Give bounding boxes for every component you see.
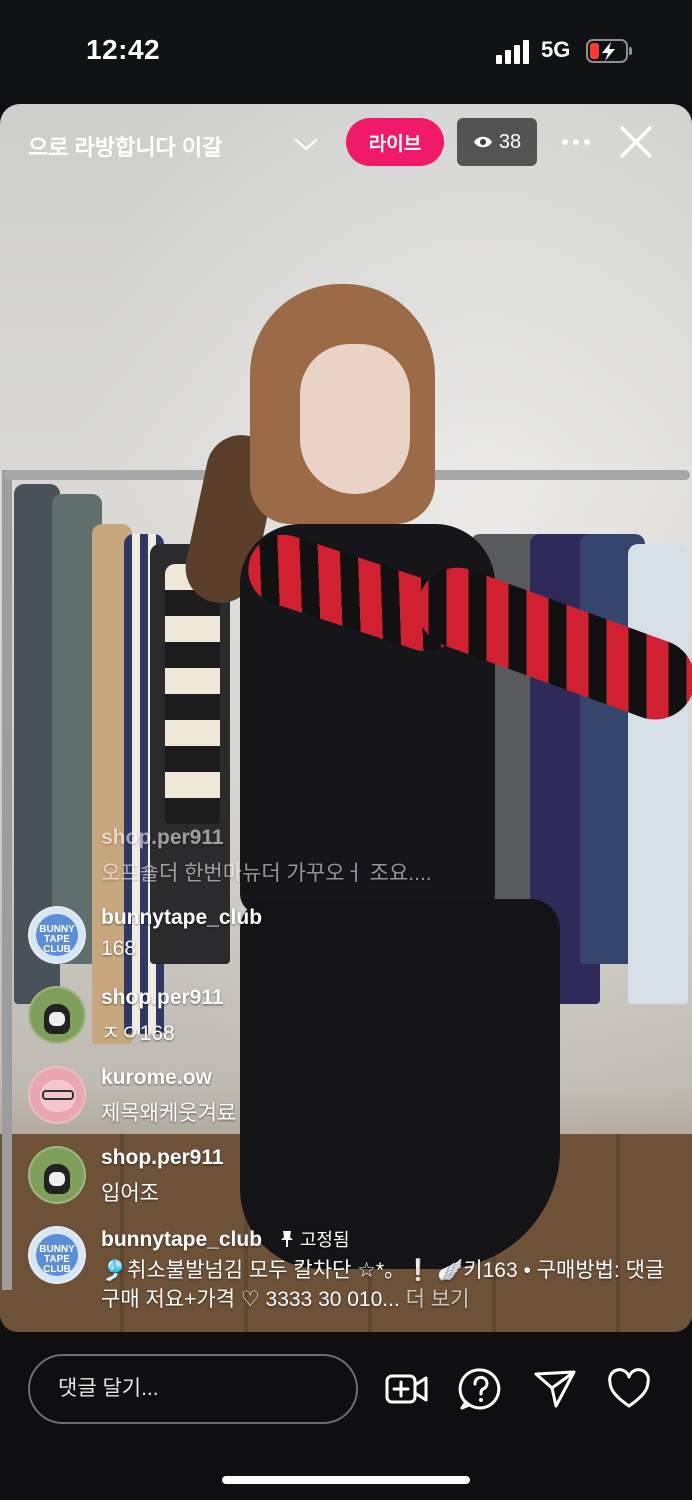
pinned-comment-text: 🎐취소불발넘김 모두 칼차단 ☆*。❕ 🪽키163 • 구매방법: 댓글구매 저… bbox=[101, 1256, 671, 1314]
avatar[interactable] bbox=[28, 1146, 86, 1204]
close-icon[interactable] bbox=[616, 122, 656, 162]
broadcast-title[interactable]: 으로 라방합니다 이갈 bbox=[28, 130, 288, 160]
hanging-garment bbox=[165, 564, 220, 824]
pinned-label: 고정됨 bbox=[299, 1230, 350, 1250]
pinned-comment-body: 🎐취소불발넘김 모두 칼차단 ☆*。❕ 🪽키163 • 구매방법: 댓글구매 저… bbox=[101, 1259, 665, 1311]
avatar[interactable]: BUNNY TAPE CLUB bbox=[28, 906, 86, 964]
comment-username[interactable]: bunnytape_club 고정됨 bbox=[101, 1226, 350, 1252]
person-face bbox=[300, 344, 410, 494]
avatar[interactable]: BUNNY TAPE CLUB bbox=[28, 1226, 86, 1284]
send-icon[interactable] bbox=[532, 1366, 578, 1412]
eye-icon bbox=[473, 136, 492, 148]
live-badge: 라이브 bbox=[346, 118, 444, 166]
chevron-down-icon[interactable] bbox=[292, 132, 320, 156]
person-skirt bbox=[240, 899, 560, 1269]
battery-charging-icon bbox=[586, 39, 632, 63]
live-video[interactable]: 으로 라방합니다 이갈 라이브 38 shop.per911 오프숄더 한번마뉴… bbox=[0, 104, 692, 1332]
avatar[interactable] bbox=[28, 1066, 86, 1124]
home-indicator bbox=[222, 1476, 470, 1484]
comment-input[interactable] bbox=[28, 1354, 358, 1424]
question-icon[interactable] bbox=[458, 1366, 504, 1412]
comment-text: 제목왜케웃겨료 bbox=[101, 1102, 237, 1125]
network-label: 5G bbox=[541, 37, 571, 62]
viewer-count: 38 bbox=[498, 130, 522, 153]
comment-text: ㅈㅇ168 bbox=[101, 1022, 175, 1045]
bottom-bar bbox=[0, 1332, 692, 1500]
pinned-tag: 고정됨 bbox=[280, 1230, 350, 1250]
more-options-icon[interactable] bbox=[560, 132, 592, 152]
comment-text: 168 bbox=[101, 937, 137, 960]
signal-icon bbox=[496, 40, 532, 64]
comment-username[interactable]: shop.per911 bbox=[101, 986, 224, 1010]
add-video-icon[interactable] bbox=[384, 1366, 430, 1412]
comment-username[interactable]: bunnytape_club bbox=[101, 906, 262, 930]
avatar[interactable] bbox=[28, 986, 86, 1044]
viewer-count-badge[interactable]: 38 bbox=[457, 118, 537, 166]
status-bar: 12:42 5G bbox=[0, 0, 692, 104]
clock: 12:42 bbox=[86, 34, 161, 65]
heart-icon[interactable] bbox=[606, 1366, 652, 1412]
clothing-rack-leg bbox=[2, 470, 12, 1290]
comment-text: 오프숄더 한번마뉴더 가꾸오ㅓ 조요.... bbox=[101, 862, 432, 885]
see-more-link[interactable]: 더 보기 bbox=[406, 1288, 470, 1311]
comment-username[interactable]: kurome.ow bbox=[101, 1066, 212, 1090]
comment-text: 입어조 bbox=[101, 1182, 159, 1205]
hanging-garment bbox=[628, 544, 688, 1004]
pinned-comment-username[interactable]: bunnytape_club bbox=[101, 1228, 262, 1251]
comment-username[interactable]: shop.per911 bbox=[101, 1146, 224, 1170]
comment-username[interactable]: shop.per911 bbox=[101, 826, 224, 850]
pin-icon bbox=[280, 1231, 293, 1247]
